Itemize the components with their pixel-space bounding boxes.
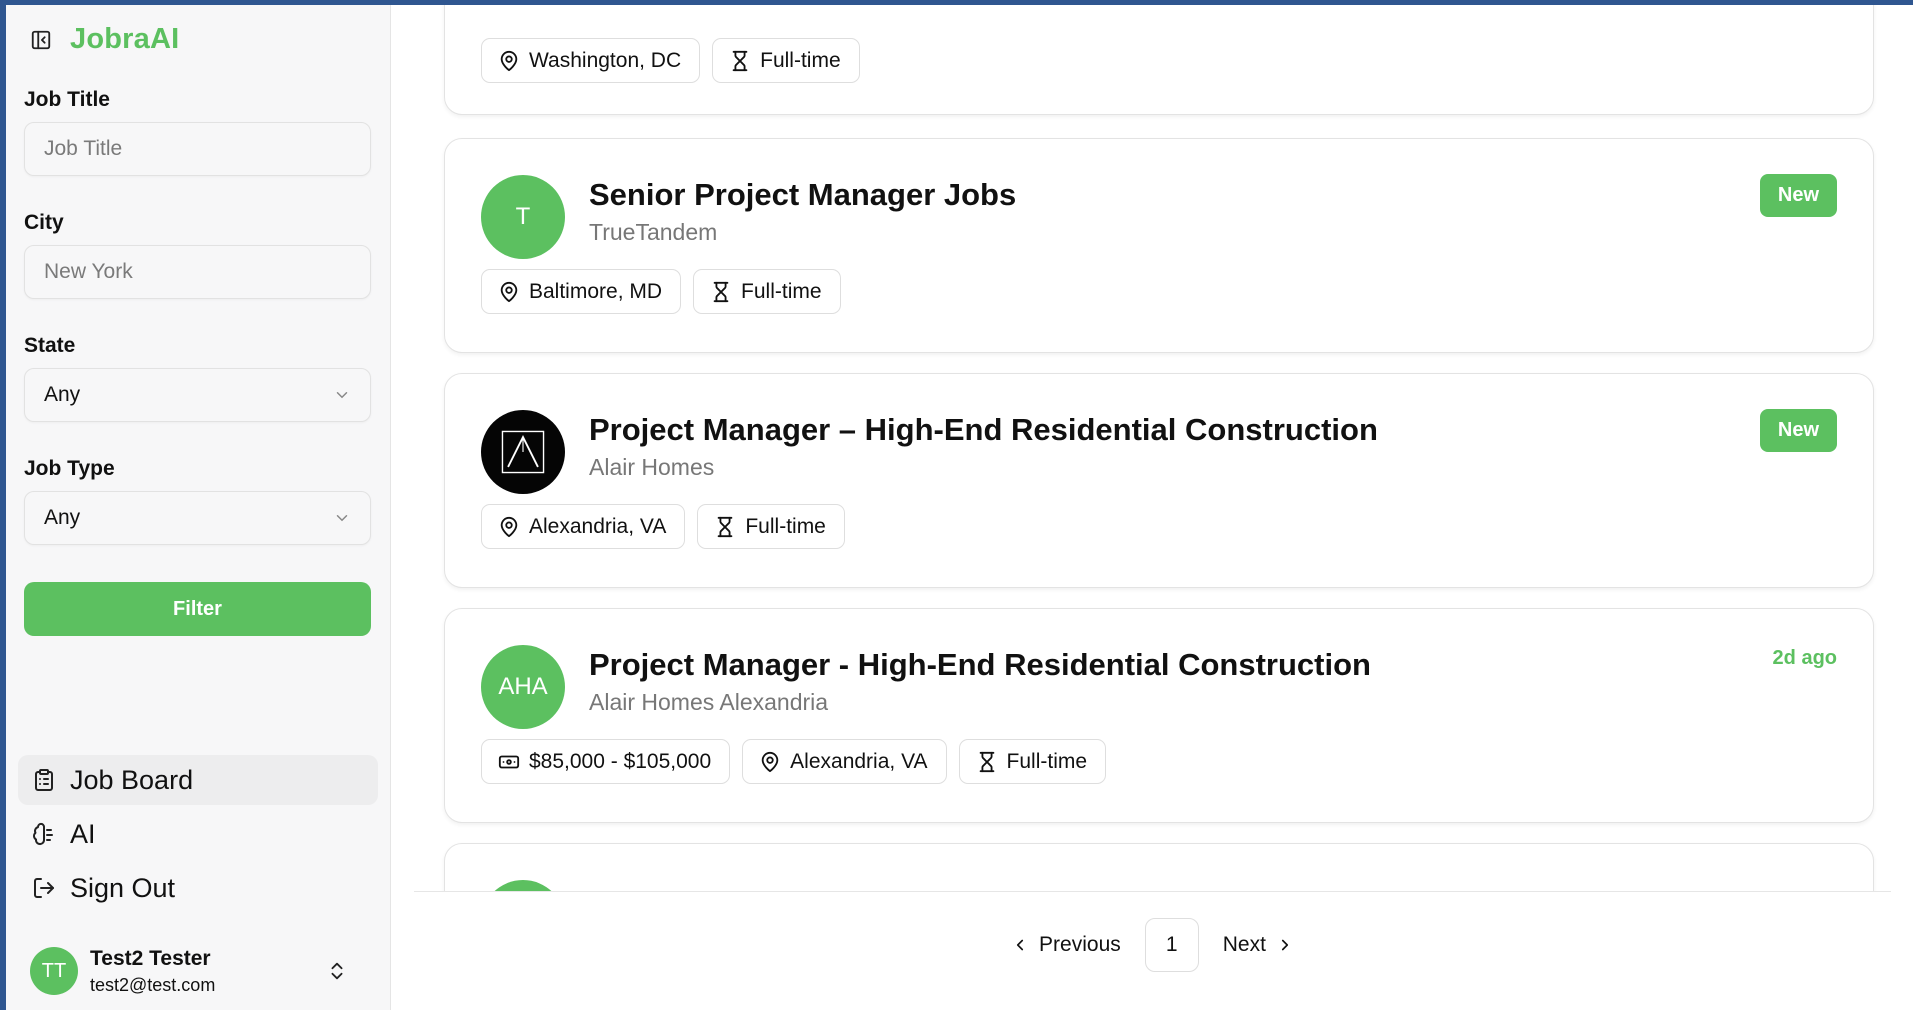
nav-item-job-board[interactable]: Job Board	[18, 755, 378, 805]
job-card[interactable]: T Senior Project Manager Jobs TrueTandem…	[444, 138, 1874, 353]
job-card[interactable]: Project Manager – High-End Residential C…	[444, 373, 1874, 588]
company-logo	[481, 410, 565, 494]
nav-item-label: Job Board	[70, 764, 194, 795]
chevron-down-icon	[336, 515, 348, 522]
company-name: TrueTandem	[589, 219, 718, 245]
brain-icon	[33, 822, 53, 846]
map-pin-icon	[761, 751, 779, 772]
next-label: Next	[1222, 933, 1266, 956]
job-card[interactable]	[444, 843, 1874, 891]
job-type-text: Full-time	[760, 48, 841, 72]
app-name: JobraAI	[70, 23, 180, 55]
job-type-text: Full-time	[1006, 749, 1088, 773]
job-list: Washington, DC Full-time T Senior Projec…	[392, 5, 1913, 891]
job-title[interactable]: Project Manager – High-End Residential C…	[589, 412, 1378, 448]
map-pin-icon	[500, 281, 518, 302]
sidebar: JobraAI Job Title City State Any Job Typ…	[6, 5, 391, 1010]
job-title-input[interactable]	[24, 122, 371, 176]
nav-item-label: Sign Out	[70, 872, 176, 903]
chevron-down-icon	[336, 392, 348, 399]
company-logo: AHA	[481, 645, 565, 729]
location-tag: Baltimore, MD	[481, 269, 682, 314]
hourglass-icon	[979, 751, 994, 772]
location-text: Alexandria, VA	[790, 749, 928, 773]
alair-logo-icon	[501, 430, 545, 474]
location-tag: Alexandria, VA	[742, 739, 947, 784]
user-info: Test2 Tester test2@test.com	[90, 947, 326, 996]
location-text: Washington, DC	[529, 48, 682, 72]
job-type-text: Full-time	[745, 514, 826, 538]
previous-label: Previous	[1039, 933, 1121, 956]
divider	[414, 891, 1891, 892]
job-tags: Baltimore, MD Full-time	[481, 269, 841, 314]
pagination: Previous 1 Next	[392, 918, 1913, 972]
map-pin-icon	[500, 50, 518, 71]
state-select-value: Any	[44, 383, 81, 406]
location-text: Alexandria, VA	[529, 514, 667, 538]
page-number-button[interactable]: 1	[1144, 918, 1199, 972]
clipboard-icon	[35, 769, 53, 791]
hourglass-icon	[718, 516, 733, 537]
job-tags: $85,000 - $105,000 Alexandria, VA Full-t…	[481, 739, 1107, 784]
company-name: Alair Homes	[589, 454, 715, 480]
filter-button[interactable]: Filter	[24, 582, 371, 636]
user-email: test2@test.com	[90, 974, 216, 995]
city-label: City	[24, 211, 64, 234]
user-name: Test2 Tester	[90, 946, 211, 970]
location-tag: Washington, DC	[481, 38, 701, 83]
hourglass-icon	[732, 50, 748, 71]
job-tags: Alexandria, VA Full-time	[481, 504, 845, 549]
job-card[interactable]: AHA Project Manager - High-End Residenti…	[444, 608, 1874, 823]
sidebar-toggle-icon[interactable]	[30, 29, 52, 51]
job-tags: Washington, DC Full-time	[481, 38, 860, 83]
nav-item-label: AI	[70, 818, 96, 849]
chevron-left-icon	[1016, 939, 1024, 951]
avatar: TT	[30, 947, 78, 995]
hourglass-icon	[713, 281, 729, 302]
company-logo: T	[481, 175, 565, 259]
job-title-label: Job Title	[24, 88, 110, 111]
app-window: JobraAI Job Title City State Any Job Typ…	[6, 5, 1913, 1010]
job-title[interactable]: Project Manager - High-End Residential C…	[589, 647, 1371, 683]
job-type-text: Full-time	[741, 279, 822, 303]
job-title[interactable]: Senior Project Manager Jobs	[589, 177, 1016, 213]
job-card[interactable]: Washington, DC Full-time	[444, 5, 1874, 115]
location-text: Baltimore, MD	[529, 279, 663, 303]
job-type-tag: Full-time	[697, 504, 845, 549]
job-type-select[interactable]: Any	[24, 491, 371, 545]
salary-tag: $85,000 - $105,000	[481, 739, 731, 784]
previous-page-button[interactable]: Previous	[997, 918, 1135, 972]
state-select[interactable]: Any	[24, 368, 371, 422]
brand: JobraAI	[30, 23, 179, 56]
company-name: Alair Homes Alexandria	[589, 689, 829, 715]
new-badge: New	[1759, 174, 1837, 217]
job-type-tag: Full-time	[693, 269, 841, 314]
nav-item-ai[interactable]: AI	[18, 809, 378, 859]
chevron-right-icon	[1281, 939, 1289, 951]
state-label: State	[24, 334, 76, 357]
job-type-tag: Full-time	[958, 739, 1107, 784]
job-board: Washington, DC Full-time T Senior Projec…	[392, 5, 1913, 1010]
next-page-button[interactable]: Next	[1209, 918, 1308, 972]
city-input[interactable]	[24, 245, 371, 299]
sign-out-icon	[34, 878, 54, 898]
chevrons-up-down-icon	[331, 962, 343, 980]
posted-age: 2d ago	[1772, 647, 1837, 669]
job-type-select-value: Any	[44, 506, 81, 529]
salary-text: $85,000 - $105,000	[529, 749, 712, 773]
sidebar-nav: Job Board AI Sign Out	[18, 755, 378, 917]
new-badge: New	[1759, 409, 1837, 452]
user-menu[interactable]: TT Test2 Tester test2@test.com	[30, 943, 370, 999]
nav-item-sign-out[interactable]: Sign Out	[18, 863, 378, 913]
banknote-icon	[498, 755, 520, 768]
location-tag: Alexandria, VA	[481, 504, 686, 549]
map-pin-icon	[500, 516, 518, 537]
job-type-label: Job Type	[24, 457, 115, 480]
company-logo	[481, 880, 565, 891]
job-type-tag: Full-time	[712, 38, 860, 83]
